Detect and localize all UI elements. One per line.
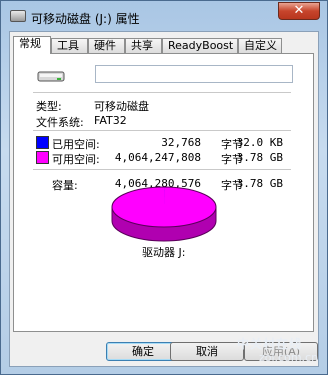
title-bar[interactable]: 可移动磁盘 (J:) 属性 ✕ bbox=[1, 1, 327, 31]
watermark-url: zol.com.cn bbox=[259, 351, 319, 364]
window-title: 可移动磁盘 (J:) 属性 bbox=[31, 12, 140, 26]
volume-name-input[interactable] bbox=[95, 65, 293, 83]
separator bbox=[33, 169, 291, 170]
free-space-swatch bbox=[36, 151, 49, 164]
tab-hardware[interactable]: 硬件 bbox=[88, 38, 125, 53]
type-value: 可移动磁盘 bbox=[94, 100, 149, 113]
used-space-label: 已用空间: bbox=[52, 138, 100, 151]
free-space-bytes: 4,064,247,808 bbox=[114, 151, 201, 164]
capacity-label: 容量: bbox=[52, 179, 78, 192]
used-space-swatch bbox=[36, 136, 49, 149]
tab-general[interactable]: 常规 bbox=[13, 36, 51, 54]
used-space-bytes: 32,768 bbox=[161, 136, 201, 149]
separator bbox=[33, 130, 291, 131]
cancel-button[interactable]: 取消 bbox=[170, 342, 244, 361]
tab-tools[interactable]: 工具 bbox=[51, 38, 88, 53]
capacity-size: 3.78 GB bbox=[236, 177, 283, 190]
usb-drive-icon bbox=[37, 71, 65, 82]
ok-button[interactable]: 确定 bbox=[106, 342, 180, 361]
tab-readyboost[interactable]: ReadyBoost bbox=[162, 38, 238, 53]
filesystem-label: 文件系统: bbox=[36, 116, 84, 129]
free-space-size: 3.78 GB bbox=[236, 151, 283, 164]
tab-customize[interactable]: 自定义 bbox=[238, 38, 282, 53]
used-space-size: 32.0 KB bbox=[236, 136, 283, 149]
free-space-label: 可用空间: bbox=[52, 153, 100, 166]
filesystem-value: FAT32 bbox=[94, 114, 127, 127]
tab-strip: 常规 工具 硬件 共享 ReadyBoost 自定义 bbox=[13, 36, 313, 54]
drive-title-icon bbox=[10, 10, 26, 22]
close-button[interactable]: ✕ bbox=[278, 2, 320, 20]
drive-letter-label: 驱动器 J: bbox=[142, 246, 186, 259]
properties-window: 可移动磁盘 (J:) 属性 ✕ 常规 工具 硬件 共享 ReadyBoost 自… bbox=[0, 0, 328, 375]
tab-sharing[interactable]: 共享 bbox=[125, 38, 162, 53]
separator bbox=[33, 92, 291, 93]
disk-usage-pie bbox=[111, 186, 217, 242]
watermark-text: 中关村在线 bbox=[237, 337, 303, 351]
type-label: 类型: bbox=[36, 100, 62, 113]
